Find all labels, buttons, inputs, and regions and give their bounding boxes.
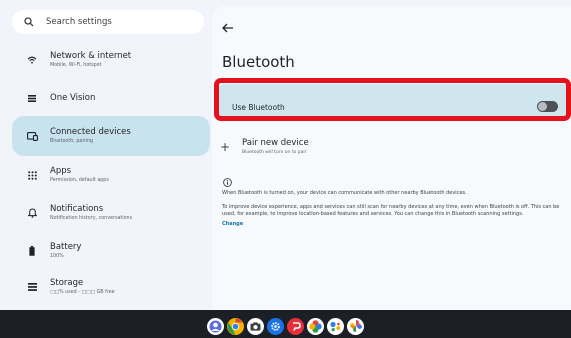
assistant-icon[interactable] bbox=[327, 317, 344, 335]
sidebar-item-subtitle: Mobile, Wi-Fi, hotspot bbox=[50, 62, 102, 68]
bell-icon bbox=[18, 208, 46, 218]
taskbar-dock bbox=[0, 314, 571, 338]
pair-new-device-subtitle: Bluetooth will turn on to pair bbox=[242, 150, 307, 155]
wifi-icon bbox=[18, 56, 46, 64]
sidebar-item-subtitle: □□% used - □□□ GB free bbox=[50, 289, 115, 295]
camera-icon[interactable] bbox=[247, 317, 264, 335]
storage-icon bbox=[18, 283, 46, 291]
photos-icon[interactable] bbox=[307, 317, 324, 335]
sidebar-item-notifications[interactable]: Notifications Notification history, conv… bbox=[12, 196, 210, 230]
chrome-icon[interactable] bbox=[227, 317, 244, 335]
back-arrow-icon[interactable] bbox=[222, 18, 234, 33]
sidebar-item-title: Network & internet bbox=[50, 50, 132, 61]
search-input[interactable]: Search settings bbox=[46, 17, 112, 27]
devices-icon bbox=[18, 131, 46, 141]
sidebar-item-apps[interactable]: Apps Permission, default apps bbox=[12, 158, 210, 192]
screen: Search settings Network & internet Mobil… bbox=[0, 0, 571, 338]
change-link[interactable]: Change bbox=[222, 221, 243, 227]
pair-new-device-item[interactable]: + Pair new device Bluetooth will turn on… bbox=[220, 136, 420, 160]
sidebar-item-subtitle: Notification history, conversations bbox=[50, 215, 133, 221]
sidebar-item-title: Notifications bbox=[50, 203, 104, 214]
sidebar-item-storage[interactable]: Storage □□% used - □□□ GB free bbox=[12, 270, 210, 304]
sidebar-item-title: Storage bbox=[50, 277, 84, 288]
plus-icon: + bbox=[220, 140, 231, 154]
highlight-frame bbox=[214, 78, 571, 121]
apps-icon bbox=[18, 170, 46, 180]
app-red-icon[interactable] bbox=[287, 317, 304, 335]
pair-new-device-title: Pair new device bbox=[242, 138, 309, 148]
sidebar-item-one-vision[interactable]: One Vision bbox=[12, 81, 210, 115]
search-bar[interactable]: Search settings bbox=[12, 10, 204, 34]
use-bluetooth-label: Use Bluetooth bbox=[232, 103, 285, 112]
launcher-icon[interactable] bbox=[207, 317, 224, 335]
sidebar-item-subtitle: Permission, default apps bbox=[50, 177, 109, 183]
sidebar-item-title: Apps bbox=[50, 165, 72, 176]
sidebar-item-subtitle: 100% bbox=[50, 253, 64, 259]
pinwheel-icon[interactable] bbox=[347, 317, 364, 335]
sidebar-item-subtitle: Bluetooth, pairing bbox=[50, 138, 94, 144]
switch-knob bbox=[538, 102, 547, 111]
bluetooth-page: Bluetooth Use Bluetooth + Pair new devic… bbox=[212, 6, 571, 310]
sidebar-item-title: Battery bbox=[50, 241, 82, 252]
sidebar-item-connected-devices[interactable]: Connected devices Bluetooth, pairing bbox=[12, 116, 210, 156]
info-text: When Bluetooth is turned on, your device… bbox=[222, 190, 467, 196]
search-icon bbox=[22, 15, 36, 29]
sidebar-item-title: Connected devices bbox=[50, 126, 131, 137]
grid-icon bbox=[18, 94, 46, 102]
scanning-info-text: To improve device experience, apps and s… bbox=[222, 204, 560, 217]
battery-icon bbox=[18, 246, 46, 256]
sidebar-item-title: One Vision bbox=[50, 92, 96, 103]
info-icon bbox=[223, 172, 232, 191]
page-title: Bluetooth bbox=[222, 53, 295, 71]
settings-icon[interactable] bbox=[267, 317, 284, 335]
sidebar: Search settings Network & internet Mobil… bbox=[8, 6, 210, 310]
sidebar-item-network[interactable]: Network & internet Mobile, Wi-Fi, hotspo… bbox=[12, 43, 210, 77]
bluetooth-toggle-switch[interactable] bbox=[537, 101, 558, 112]
settings-window: Search settings Network & internet Mobil… bbox=[0, 0, 571, 310]
sidebar-item-battery[interactable]: Battery 100% bbox=[12, 234, 210, 268]
